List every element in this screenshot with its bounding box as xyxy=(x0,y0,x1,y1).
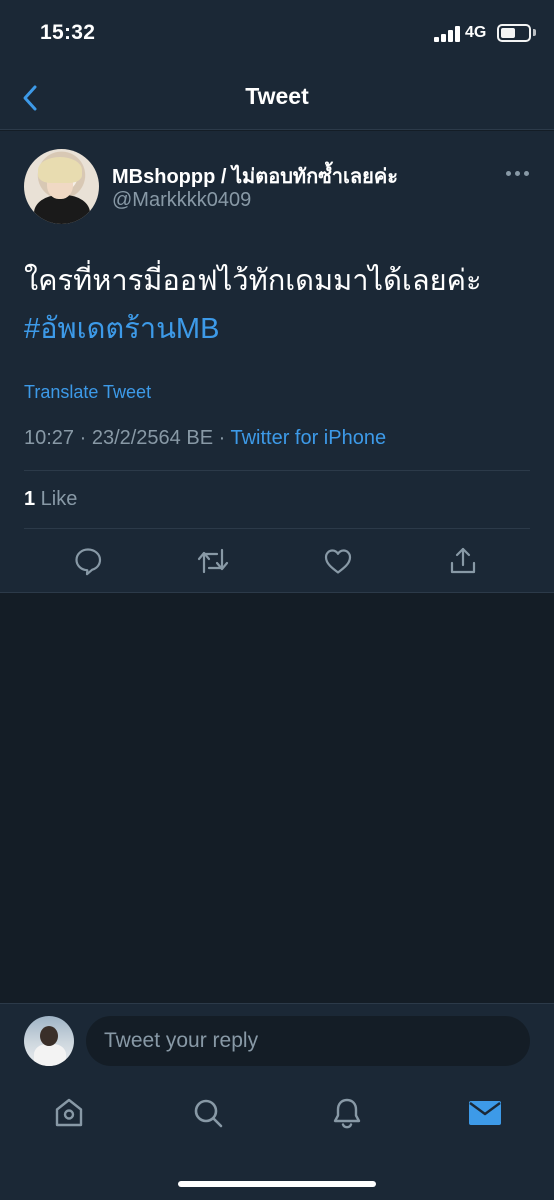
share-icon xyxy=(450,547,476,574)
hashtag-link[interactable]: #อัพเดตร้านMB xyxy=(24,305,534,353)
search-icon xyxy=(194,1099,223,1128)
avatar-body-shape xyxy=(34,195,90,224)
tweet-meta: 10:27 · 23/2/2564 BE · Twitter for iPhon… xyxy=(24,427,386,450)
more-dot xyxy=(523,170,529,176)
signal-strength-icon xyxy=(434,26,460,42)
tweet-action-bar xyxy=(0,543,554,579)
likes-count: 1 xyxy=(24,488,36,510)
battery-tip xyxy=(533,29,536,36)
status-time: 15:32 xyxy=(40,21,96,44)
nav-header: Tweet xyxy=(0,66,554,130)
like-button[interactable] xyxy=(320,543,356,579)
avatar-hair-shape xyxy=(38,157,82,183)
tab-messages[interactable] xyxy=(465,1093,505,1133)
tab-search[interactable] xyxy=(188,1093,228,1133)
current-user-avatar[interactable] xyxy=(24,1016,74,1066)
author-handle[interactable]: @Markkkk0409 xyxy=(112,189,251,212)
divider xyxy=(24,470,530,471)
tab-notifications[interactable] xyxy=(327,1093,367,1133)
author-display-name[interactable]: MBshoppp / ไม่ตอบทักซ้ำเลยค่ะ xyxy=(112,160,398,192)
reply-input[interactable] xyxy=(86,1016,530,1066)
tweet-card: MBshoppp / ไม่ตอบทักซ้ำเลยค่ะ @Markkkk04… xyxy=(0,131,554,593)
share-button[interactable] xyxy=(445,543,481,579)
tweet-timestamp: 10:27 · 23/2/2564 BE · xyxy=(24,427,231,449)
retweet-button[interactable] xyxy=(195,543,231,579)
translate-tweet-link[interactable]: Translate Tweet xyxy=(24,382,151,403)
tweet-source-link[interactable]: Twitter for iPhone xyxy=(230,427,386,449)
reply-composer-bar xyxy=(0,1003,554,1077)
home-icon xyxy=(55,1098,83,1127)
network-type: 4G xyxy=(465,24,487,41)
mail-icon xyxy=(469,1101,501,1125)
likes-summary[interactable]: 1 Like xyxy=(24,488,77,511)
divider xyxy=(24,528,530,529)
reply-avatar-body-shape xyxy=(34,1044,66,1066)
home-indicator[interactable] xyxy=(178,1181,376,1187)
more-dot xyxy=(514,170,520,176)
bottom-tab-bar xyxy=(0,1077,554,1200)
bell-icon xyxy=(333,1098,361,1129)
tweet-text: ใครที่หารมี่ออฟไว้ทักเดมมาได้เลยค่ะ #อัพ… xyxy=(24,257,534,353)
tweet-detail-screen: 15:32 4G Tweet MBshoppp / ไม่ตอบทักซ้ำเล… xyxy=(0,0,554,1200)
heart-icon xyxy=(324,549,352,574)
reply-avatar-head-shape xyxy=(40,1026,58,1046)
battery-icon xyxy=(497,24,531,42)
comment-icon xyxy=(75,548,102,576)
author-avatar[interactable] xyxy=(24,149,99,224)
reply-button[interactable] xyxy=(70,543,106,579)
tab-home[interactable] xyxy=(49,1093,89,1133)
likes-label: Like xyxy=(35,488,78,510)
more-horizontal-icon xyxy=(505,170,511,176)
tweet-body: ใครที่หารมี่ออฟไว้ทักเดมมาได้เลยค่ะ xyxy=(24,265,482,297)
page-title: Tweet xyxy=(245,83,309,109)
status-bar: 15:32 4G xyxy=(0,0,554,66)
retweet-icon xyxy=(197,548,229,574)
more-options-button[interactable] xyxy=(500,163,534,183)
battery-level xyxy=(501,28,515,38)
